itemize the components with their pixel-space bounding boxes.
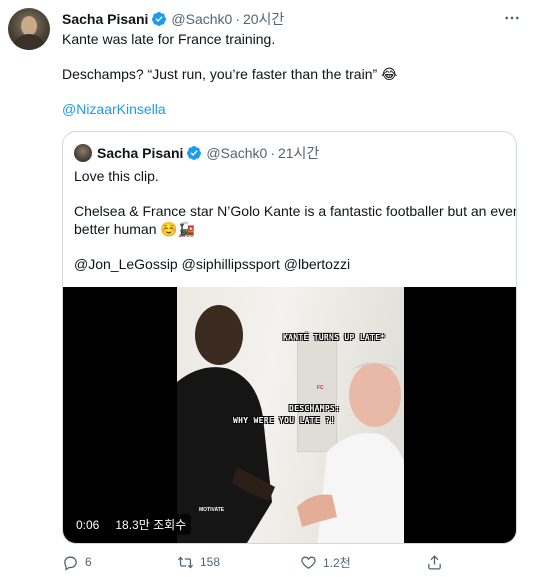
avatar-face <box>21 16 37 36</box>
video-caption-mid-2: WHY WERE YOU LATE ?! <box>233 416 336 425</box>
tweet-text-line: Deschamps? “Just run, you’re faster than… <box>62 66 398 82</box>
tweet-text-line: Kante was late for France training. <box>62 31 276 47</box>
quote-timestamp: 21시간 <box>277 145 320 161</box>
video-player[interactable]: KANTÉ TURNS UP LATE* FC DESCHAMPS: WHY W… <box>63 287 516 543</box>
like-button[interactable]: 1.2천 <box>300 552 351 572</box>
heart-icon <box>301 556 316 569</box>
avatar-body <box>14 34 44 50</box>
quote-author-handle: @Sachk0 <box>206 145 268 161</box>
tweet[interactable]: Sacha Pisani @Sachk0 · 20시간 Kante was la… <box>0 0 534 577</box>
reply-count: 6 <box>85 555 92 569</box>
small-logo: FC <box>317 385 324 391</box>
retweet-icon <box>177 556 194 568</box>
video-caption-top: KANTÉ TURNS UP LATE* <box>283 333 386 342</box>
quote-header: Sacha Pisani @Sachk0 · 21시간 <box>97 144 319 162</box>
share-icon <box>428 554 441 570</box>
quote-text-line: Chelsea & France star N’Golo Kante is a … <box>74 203 517 219</box>
separator-dot: · <box>235 11 240 27</box>
author-name[interactable]: Sacha Pisani <box>62 11 148 27</box>
tweet-header: Sacha Pisani @Sachk0 · 20시간 <box>62 10 284 28</box>
reply-icon <box>64 556 77 571</box>
video-duration: 0:06 <box>71 515 105 534</box>
person-right-graphic <box>297 362 404 543</box>
author-handle[interactable]: @Sachk0 <box>171 11 232 27</box>
verified-badge-icon <box>187 146 202 160</box>
share-button[interactable] <box>426 552 443 572</box>
video-meta: 0:06 18.3만 조회수 <box>71 514 192 535</box>
avatar[interactable] <box>8 8 50 50</box>
watermark: MOTIVATE <box>199 507 225 513</box>
like-count: 1.2천 <box>323 555 351 570</box>
video-frame: KANTÉ TURNS UP LATE* FC DESCHAMPS: WHY W… <box>177 287 404 543</box>
quote-text-line: better human ☺️🚂 <box>74 221 196 237</box>
quote-author-name[interactable]: Sacha Pisani <box>97 145 183 161</box>
separator-dot: · <box>270 145 275 161</box>
quoted-tweet[interactable]: Sacha Pisani @Sachk0 · 21시간 Love this cl… <box>62 131 517 544</box>
more-horizontal-icon[interactable] <box>502 8 522 28</box>
video-view-count: 18.3만 조회수 <box>110 514 192 535</box>
video-caption-mid-1: DESCHAMPS: <box>289 404 341 413</box>
mention-link[interactable]: @NizaarKinsella <box>62 101 166 117</box>
reply-button[interactable]: 6 <box>62 552 92 572</box>
quote-text-line: Love this clip. <box>74 168 159 184</box>
verified-badge-icon <box>152 12 167 26</box>
tweet-timestamp[interactable]: 20시간 <box>243 9 284 29</box>
quote-mentions[interactable]: @Jon_LeGossip @siphillipssport @lbertozz… <box>74 256 350 272</box>
retweet-count: 158 <box>200 555 221 569</box>
retweet-button[interactable]: 158 <box>177 552 220 572</box>
quote-avatar[interactable] <box>74 144 92 162</box>
person-left-graphic <box>177 305 275 543</box>
action-bar: 6 158 1.2천 <box>62 552 482 572</box>
